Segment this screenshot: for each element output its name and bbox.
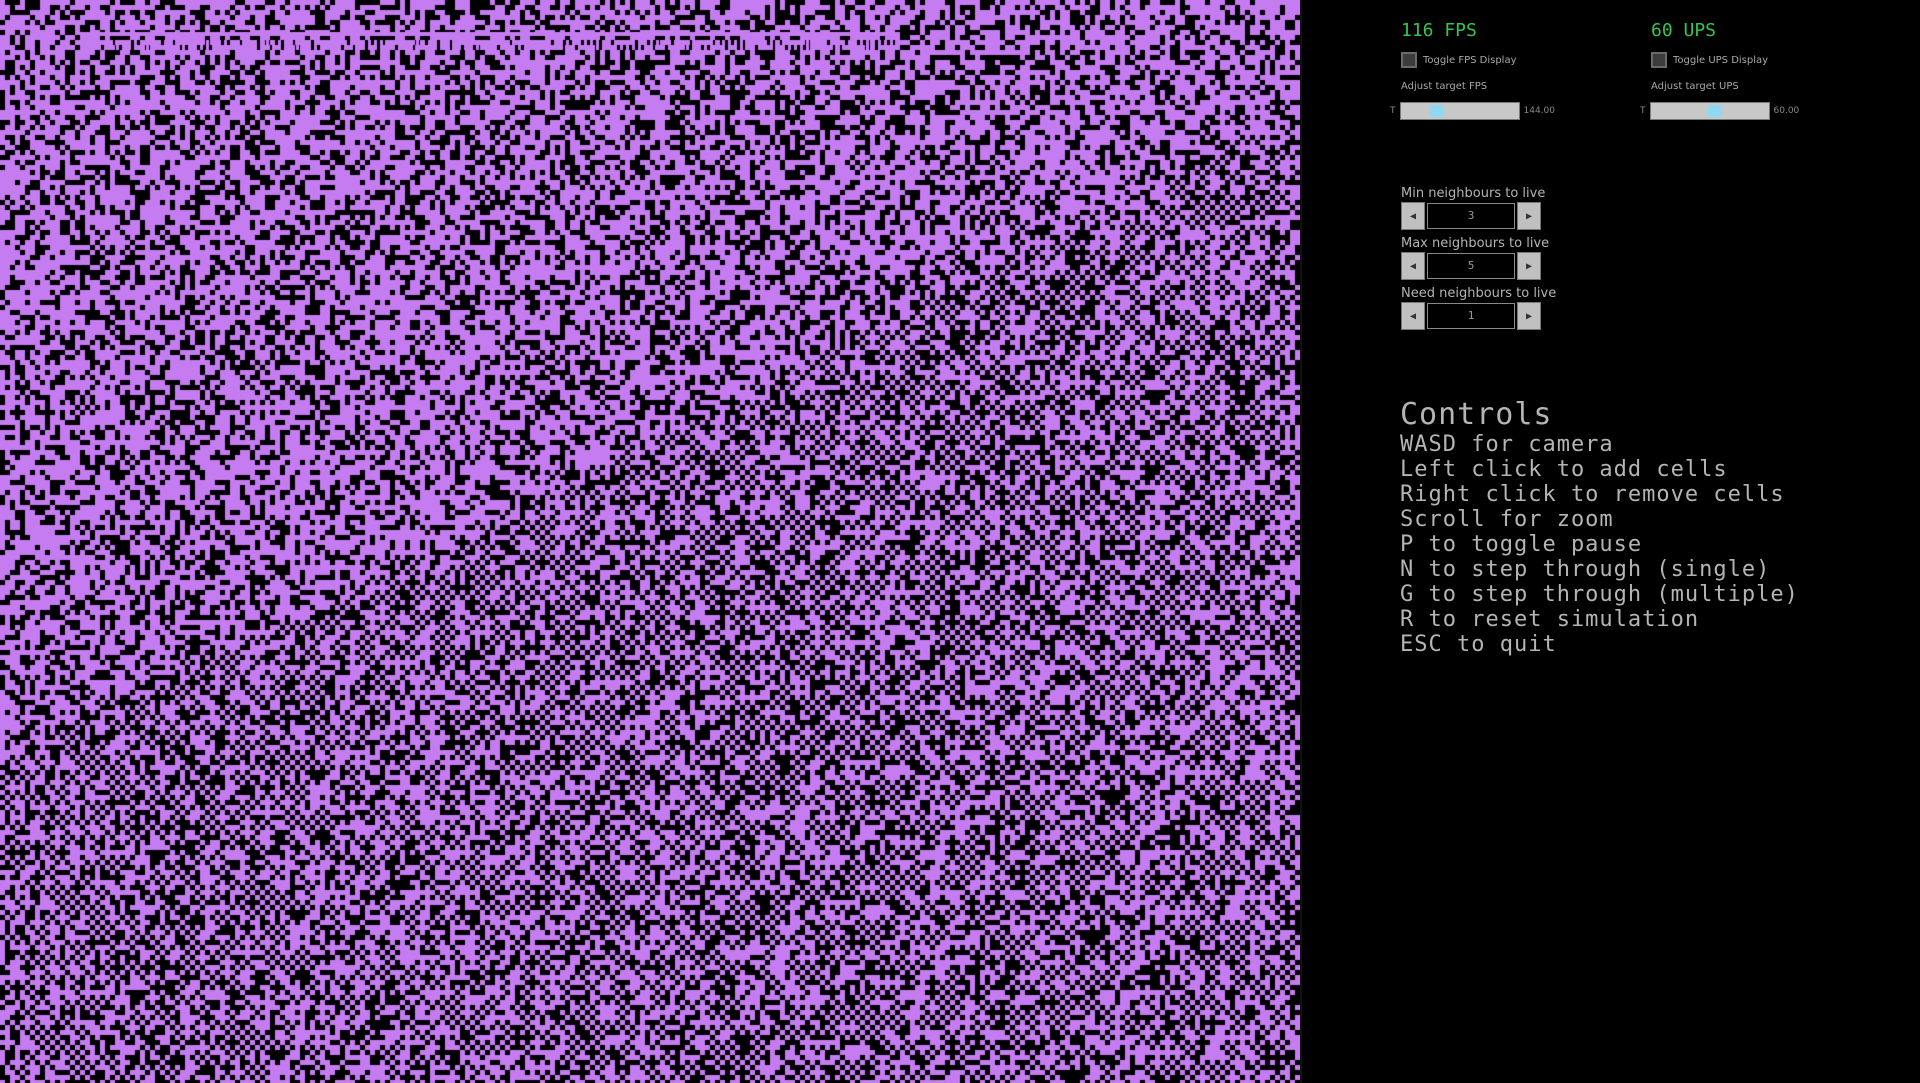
min-neighbours-value[interactable]: 3 bbox=[1427, 203, 1515, 229]
fps-slider[interactable] bbox=[1399, 102, 1520, 120]
ups-adjust-label: Adjust target UPS bbox=[1651, 81, 1739, 92]
fps-counter: 116 FPS bbox=[1401, 20, 1477, 41]
fps-slider-row: T 144.00 bbox=[1390, 102, 1555, 120]
controls-line: Left click to add cells bbox=[1400, 457, 1728, 482]
fps-slider-value: 144.00 bbox=[1523, 106, 1556, 116]
fps-toggle[interactable]: Toggle FPS Display bbox=[1401, 52, 1517, 68]
ups-slider-value: 60.00 bbox=[1773, 106, 1800, 116]
ups-slider-min-glyph: T bbox=[1640, 106, 1646, 116]
min-neighbours-label: Min neighbours to live bbox=[1401, 186, 1546, 201]
need-neighbours-decrement-button[interactable]: ◀ bbox=[1401, 302, 1425, 330]
max-neighbours-label: Max neighbours to live bbox=[1401, 236, 1550, 251]
min-neighbours-decrement-button[interactable]: ◀ bbox=[1401, 202, 1425, 230]
ups-toggle-checkbox[interactable] bbox=[1651, 52, 1667, 68]
need-neighbours-spinner: ◀ 1 ▶ bbox=[1401, 302, 1541, 330]
triangle-right-icon: ▶ bbox=[1525, 210, 1533, 222]
min-neighbours-spinner: ◀ 3 ▶ bbox=[1401, 202, 1541, 230]
fps-slider-min-glyph: T bbox=[1390, 106, 1396, 116]
max-neighbours-decrement-button[interactable]: ◀ bbox=[1401, 252, 1425, 280]
fps-slider-thumb[interactable] bbox=[1429, 105, 1444, 117]
need-neighbours-value[interactable]: 1 bbox=[1427, 303, 1515, 329]
controls-line: N to step through (single) bbox=[1400, 557, 1771, 582]
ups-toggle-label: Toggle UPS Display bbox=[1673, 54, 1769, 66]
cell-grid-canvas[interactable] bbox=[0, 0, 1300, 1083]
controls-line: G to step through (multiple) bbox=[1400, 582, 1799, 607]
controls-help: Controls WASD for camera Left click to a… bbox=[1400, 397, 1799, 658]
need-neighbours-increment-button[interactable]: ▶ bbox=[1517, 302, 1541, 330]
controls-line: P to toggle pause bbox=[1400, 532, 1643, 557]
min-neighbours-increment-button[interactable]: ▶ bbox=[1517, 202, 1541, 230]
settings-panel: 116 FPS Toggle FPS Display Adjust target… bbox=[1300, 0, 1920, 1083]
controls-line: Right click to remove cells bbox=[1400, 482, 1785, 507]
max-neighbours-increment-button[interactable]: ▶ bbox=[1517, 252, 1541, 280]
ups-toggle[interactable]: Toggle UPS Display bbox=[1651, 52, 1768, 68]
max-neighbours-spinner: ◀ 5 ▶ bbox=[1401, 252, 1541, 280]
ups-counter: 60 UPS bbox=[1651, 20, 1717, 41]
fps-adjust-label: Adjust target FPS bbox=[1401, 81, 1488, 92]
controls-line: R to reset simulation bbox=[1400, 607, 1700, 632]
max-neighbours-value[interactable]: 5 bbox=[1427, 253, 1515, 279]
ups-slider-thumb[interactable] bbox=[1707, 105, 1722, 117]
triangle-left-icon: ◀ bbox=[1409, 210, 1417, 222]
controls-line: WASD for camera bbox=[1400, 432, 1614, 457]
controls-title: Controls bbox=[1400, 397, 1553, 432]
triangle-left-icon: ◀ bbox=[1409, 310, 1417, 322]
controls-line: Scroll for zoom bbox=[1400, 507, 1614, 532]
triangle-right-icon: ▶ bbox=[1525, 260, 1533, 272]
fps-toggle-label: Toggle FPS Display bbox=[1423, 54, 1517, 66]
triangle-right-icon: ▶ bbox=[1525, 310, 1533, 322]
triangle-left-icon: ◀ bbox=[1409, 260, 1417, 272]
need-neighbours-label: Need neighbours to live bbox=[1401, 286, 1557, 301]
controls-line: ESC to quit bbox=[1400, 632, 1557, 657]
ups-slider-row: T 60.00 bbox=[1640, 102, 1799, 120]
ups-slider[interactable] bbox=[1649, 102, 1770, 120]
fps-toggle-checkbox[interactable] bbox=[1401, 52, 1417, 68]
